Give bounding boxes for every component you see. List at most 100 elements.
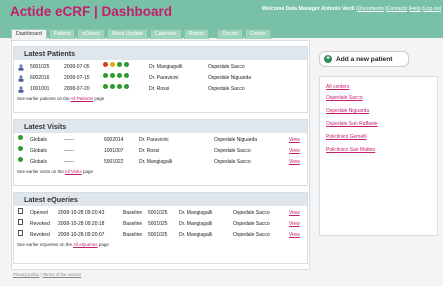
- latest-equeries-title: Latest eQueries: [14, 193, 307, 206]
- centers-panel: All centers Ospedale Sacco Ospedale Nigu…: [319, 76, 438, 236]
- note-text: See earlier patients on the: [17, 96, 71, 101]
- center-link-all[interactable]: All centers: [326, 84, 349, 90]
- status-dot: [18, 135, 23, 140]
- equery-datetime: 2008-10-28 09:20:43: [58, 210, 105, 216]
- latest-equeries-panel: Latest eQueries Opened 2008-10-28 09:20:…: [13, 192, 308, 264]
- contacts-link[interactable]: Contacts: [387, 6, 407, 12]
- visit-date: ------: [64, 148, 74, 154]
- all-visits-link[interactable]: All Visits: [65, 169, 82, 174]
- view-link[interactable]: View: [289, 219, 300, 230]
- center-link-san-raffaele[interactable]: Ospedale San Raffaele: [326, 121, 378, 127]
- view-link[interactable]: View: [289, 135, 300, 146]
- latest-patients-title: Latest Patients: [14, 47, 307, 60]
- equery-center: Ospedale Sacco: [233, 232, 270, 238]
- view-link[interactable]: View: [289, 230, 300, 241]
- visit-name: Globals: [30, 148, 47, 154]
- all-equeries-link[interactable]: All eQueries: [73, 242, 98, 247]
- logout-link[interactable]: Log-out: [423, 6, 441, 12]
- equery-doctor: Dr. Mangiagalli: [179, 232, 213, 238]
- patient-date: 2008-07-05: [64, 64, 90, 70]
- visit-doctor: Dr. Paravicini: [139, 137, 169, 143]
- table-row[interactable]: Revoked 2008-10-28 09:20:18 Baseline 500…: [14, 219, 307, 230]
- document-icon: [18, 230, 23, 236]
- patient-center: Ospedale Sacco: [208, 64, 245, 70]
- equery-status: Opened: [30, 210, 48, 216]
- patient-center: Ospedale Niguarda: [208, 75, 252, 81]
- table-row[interactable]: 6002016 2008-07-15 Dr. Paravicini Ospeda…: [14, 73, 307, 84]
- patient-doctor: Dr. Mangiagalli: [149, 64, 183, 70]
- equery-visit: Baseline: [123, 221, 143, 227]
- equery-datetime: 2008-10-28 09:20:07: [58, 232, 105, 238]
- table-row[interactable]: Globals ------ 1001007 Dr. Rossi Ospedal…: [14, 146, 307, 157]
- documents-link[interactable]: Documents: [358, 6, 384, 12]
- table-row[interactable]: 1001001 2008-07-20 Dr. Rossi Ospedale Sa…: [14, 84, 307, 95]
- note-text: page: [97, 242, 109, 247]
- patients-note: See earlier patients on the All Patients…: [14, 95, 307, 103]
- status-dot-2: [110, 84, 115, 89]
- tab-doctor[interactable]: Doctor: [217, 29, 244, 39]
- add-patient-button[interactable]: + Add a new patient: [319, 51, 409, 67]
- patient-doctor: Dr. Rossi: [149, 86, 170, 92]
- patient-date: 2008-07-15: [64, 75, 90, 81]
- privacy-policy-link[interactable]: Privacy policy: [13, 272, 39, 277]
- equery-patient-id: 5001025: [148, 232, 168, 238]
- tab-bar: Dashboard Patient eQuery Mass Update Cal…: [11, 29, 271, 39]
- note-text: See earlier visits on the: [17, 169, 65, 174]
- add-patient-label: Add a new patient: [336, 55, 393, 63]
- equery-status: Revoked: [30, 232, 50, 238]
- center-link-niguarda[interactable]: Ospedale Niguarda: [326, 108, 369, 114]
- center-link-sacco[interactable]: Ospedale Sacco: [326, 95, 363, 101]
- status-dot-2: [110, 62, 115, 67]
- tab-mass-update[interactable]: Mass Update: [106, 29, 149, 39]
- header: Actide eCRF | Dashboard Welcome Data Man…: [0, 0, 443, 39]
- all-patients-link[interactable]: All Patients: [71, 96, 94, 101]
- terms-of-service-link[interactable]: Terms of the service: [43, 272, 81, 277]
- person-icon: [18, 64, 24, 71]
- table-row[interactable]: Revoked 2008-10-28 09:20:07 Baseline 500…: [14, 230, 307, 241]
- patient-date: 2008-07-20: [64, 86, 90, 92]
- center-link-gemelli[interactable]: Policlinico Gemelli: [326, 134, 367, 140]
- latest-patients-panel: Latest Patients 5001025 2008-07-05 Dr. M…: [13, 46, 308, 113]
- equery-doctor: Dr. Mangiagalli: [179, 210, 213, 216]
- equery-patient-id: 5001025: [148, 221, 168, 227]
- visit-patient-id: 1001007: [104, 148, 124, 154]
- person-icon: [18, 75, 24, 82]
- tab-equery[interactable]: eQuery: [77, 29, 105, 39]
- plus-icon: +: [324, 55, 332, 63]
- tab-dashboard[interactable]: Dashboard: [11, 29, 47, 39]
- center-link-san-matteo[interactable]: Policlinico San Matteo: [326, 147, 375, 153]
- visits-note: See earlier visits on the All Visits pag…: [14, 168, 307, 176]
- patient-id: 5001025: [30, 64, 50, 70]
- table-row[interactable]: Globals ------ 5001022 Dr. Mangiagalli O…: [14, 157, 307, 168]
- help-link[interactable]: Help: [410, 6, 421, 12]
- tab-center[interactable]: Center: [245, 29, 271, 39]
- status-dot-1: [103, 62, 108, 67]
- person-icon: [18, 86, 24, 93]
- equery-visit: Baseline: [123, 232, 143, 238]
- status-dot-3: [117, 84, 122, 89]
- tab-calendar[interactable]: Calendar: [150, 29, 182, 39]
- app-title: Actide eCRF | Dashboard: [10, 4, 173, 19]
- status-dot-2: [110, 73, 115, 78]
- view-link[interactable]: View: [289, 208, 300, 219]
- status-dot-1: [103, 84, 108, 89]
- tab-patient[interactable]: Patient: [48, 29, 76, 39]
- visit-name: Globals: [30, 137, 47, 143]
- status-dot-4: [124, 73, 129, 78]
- equery-center: Ospedale Sacco: [233, 210, 270, 216]
- equery-status: Revoked: [30, 221, 50, 227]
- status-dot: [18, 157, 23, 162]
- document-icon: [18, 208, 23, 214]
- equery-datetime: 2008-10-28 09:20:18: [58, 221, 105, 227]
- visit-center: Ospedale Sacco: [214, 159, 251, 165]
- view-link[interactable]: View: [289, 157, 300, 168]
- visit-date: ------: [64, 137, 74, 143]
- view-link[interactable]: View: [289, 146, 300, 157]
- table-row[interactable]: Opened 2008-10-28 09:20:43 Baseline 5001…: [14, 208, 307, 219]
- table-row[interactable]: 5001025 2008-07-05 Dr. Mangiagalli Osped…: [14, 62, 307, 73]
- visit-center: Ospedale Niguarda: [214, 137, 258, 143]
- table-row[interactable]: Globals ------ 6002014 Dr. Paravicini Os…: [14, 135, 307, 146]
- tab-report[interactable]: Report: [183, 29, 210, 39]
- patient-id: 1001001: [30, 86, 50, 92]
- status-dot-4: [124, 84, 129, 89]
